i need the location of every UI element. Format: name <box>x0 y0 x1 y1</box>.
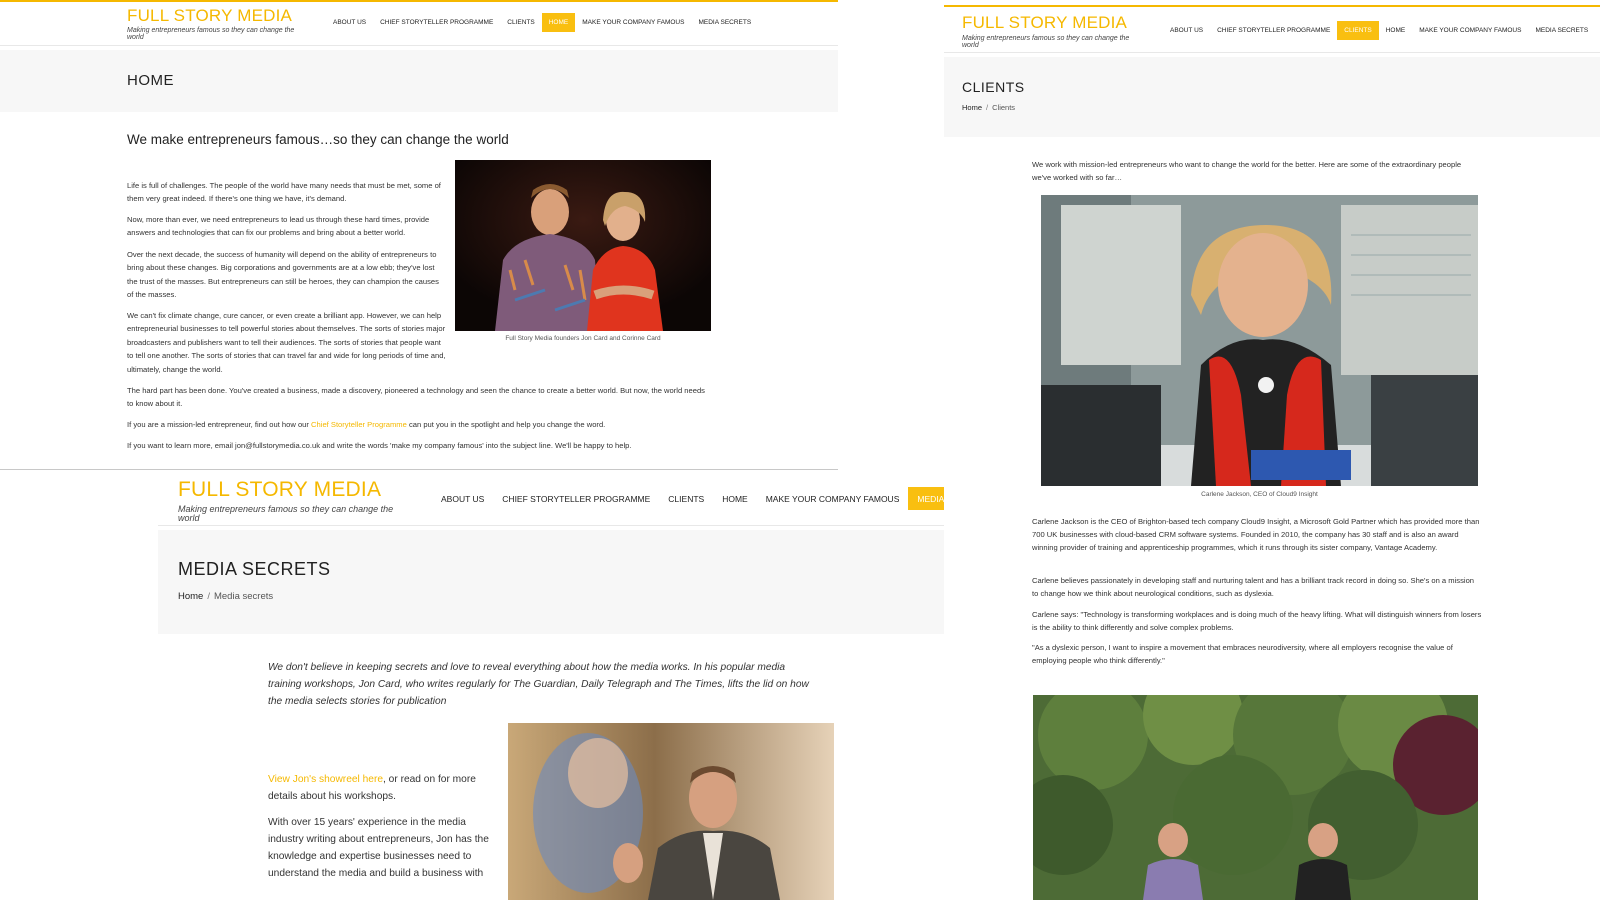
header-divider <box>944 52 1600 53</box>
main-nav: ABOUT US CHIEF STORYTELLER PROGRAMME CLI… <box>432 487 944 510</box>
breadcrumb-separator: / <box>207 591 210 602</box>
nav-media-secrets[interactable]: MEDIA SECRETS <box>691 13 758 32</box>
page-title: MEDIA SECRETS <box>178 559 331 579</box>
nav-make-company-famous[interactable]: MAKE YOUR COMPANY FAMOUS <box>1412 21 1528 40</box>
site-logo[interactable]: FULL STORY MEDIA <box>127 6 292 26</box>
main-nav: ABOUT US CHIEF STORYTELLER PROGRAMME CLI… <box>1163 21 1595 40</box>
nav-chief-storyteller[interactable]: CHIEF STORYTELLER PROGRAMME <box>373 13 500 32</box>
home-paragraph-3: Over the next decade, the success of hum… <box>127 250 439 300</box>
site-logo[interactable]: FULL STORY MEDIA <box>962 13 1127 33</box>
chief-storyteller-link[interactable]: Chief Storyteller Programme <box>311 420 407 429</box>
media-secrets-page-screenshot: FULL STORY MEDIA Making entrepreneurs fa… <box>158 471 944 900</box>
carlene-photo-caption: Carlene Jackson, CEO of Cloud9 Insight <box>1201 491 1318 498</box>
home-paragraph-1: Life is full of challenges. The people o… <box>127 181 441 204</box>
nav-media-secrets[interactable]: MEDIA SECRETS <box>1528 21 1595 40</box>
nav-chief-storyteller[interactable]: CHIEF STORYTELLER PROGRAMME <box>1210 21 1337 40</box>
jon-speaking-photo-art <box>508 723 834 900</box>
breadcrumb-separator: / <box>986 103 989 112</box>
header-divider <box>0 45 838 46</box>
home-paragraph-5: The hard part has been done. You've crea… <box>127 386 705 409</box>
outdoor-photo <box>1033 695 1478 900</box>
nav-make-company-famous[interactable]: MAKE YOUR COMPANY FAMOUS <box>757 487 909 510</box>
nav-clients[interactable]: CLIENTS <box>659 487 713 510</box>
clients-paragraph-3: Carlene says: "Technology is transformin… <box>1032 610 1482 632</box>
home-page-screenshot: FULL STORY MEDIA Making entrepreneurs fa… <box>0 0 838 470</box>
nav-about-us[interactable]: ABOUT US <box>326 13 373 32</box>
page-title-bar: MEDIA SECRETS Home / Media secrets <box>158 530 944 634</box>
media-intro: We don't believe in keeping secrets and … <box>268 662 809 707</box>
outdoor-photo-art <box>1033 695 1478 900</box>
cta-suffix: can put you in the spotlight and help yo… <box>406 420 606 429</box>
showreel-link[interactable]: View Jon's showreel here <box>268 774 383 785</box>
main-nav: ABOUT US CHIEF STORYTELLER PROGRAMME CLI… <box>326 13 758 32</box>
breadcrumb-home-link[interactable]: Home <box>178 591 203 602</box>
home-cta-line: If you are a mission-led entrepreneur, f… <box>127 418 727 431</box>
home-contact-line: If you want to learn more, email jon@ful… <box>127 441 632 450</box>
nav-home[interactable]: HOME <box>541 13 576 32</box>
nav-about-us[interactable]: ABOUT US <box>1163 21 1210 40</box>
breadcrumb-current: Clients <box>992 103 1016 112</box>
clients-paragraph-1: Carlene Jackson is the CEO of Brighton-b… <box>1032 517 1480 552</box>
accent-top-line <box>944 5 1600 7</box>
home-heading: We make entrepreneurs famous…so they can… <box>127 132 509 147</box>
founders-photo-caption: Full Story Media founders Jon Card and C… <box>505 335 661 342</box>
page-title: HOME <box>127 72 174 89</box>
founders-photo <box>455 160 711 331</box>
nav-home[interactable]: HOME <box>1379 21 1413 40</box>
carlene-photo-art <box>1041 195 1478 486</box>
cta-prefix: If you are a mission-led entrepreneur, f… <box>127 420 312 429</box>
breadcrumb: Home / Clients <box>962 103 1015 112</box>
breadcrumb-home-link[interactable]: Home <box>962 103 982 112</box>
header-divider <box>158 525 944 526</box>
jon-speaking-photo <box>508 723 834 900</box>
clients-paragraph-4: "As a dyslexic person, I want to inspire… <box>1032 643 1453 665</box>
nav-clients[interactable]: CLIENTS <box>500 13 541 32</box>
founders-photo-art <box>455 160 711 331</box>
home-paragraph-4: We can't fix climate change, cure cancer… <box>127 311 446 374</box>
page-title: CLIENTS <box>962 79 1025 95</box>
accent-top-line <box>0 0 838 2</box>
showreel-line: View Jon's showreel here, or read on for… <box>268 771 496 805</box>
media-body: With over 15 years' experience in the me… <box>268 817 489 879</box>
site-tagline: Making entrepreneurs famous so they can … <box>127 27 295 41</box>
breadcrumb-current: Media secrets <box>213 591 274 602</box>
carlene-photo <box>1041 195 1478 486</box>
nav-media-secrets[interactable]: MEDIA SECRETS <box>908 487 944 510</box>
nav-home[interactable]: HOME <box>713 487 757 510</box>
site-tagline: Making entrepreneurs famous so they can … <box>178 504 394 523</box>
page-title-bar: HOME <box>0 50 838 112</box>
site-logo[interactable]: FULL STORY MEDIA <box>178 478 381 502</box>
home-paragraph-2: Now, more than ever, we need entrepreneu… <box>127 215 430 238</box>
nav-about-us[interactable]: ABOUT US <box>432 487 493 510</box>
breadcrumb: Home / Media secrets <box>178 591 273 602</box>
clients-paragraph-2: Carlene believes passionately in develop… <box>1032 576 1475 598</box>
site-tagline: Making entrepreneurs famous so they can … <box>962 35 1130 49</box>
nav-clients[interactable]: CLIENTS <box>1337 21 1379 40</box>
nav-chief-storyteller[interactable]: CHIEF STORYTELLER PROGRAMME <box>493 487 659 510</box>
clients-page-screenshot: FULL STORY MEDIA Making entrepreneurs fa… <box>944 0 1600 900</box>
page-title-bar: CLIENTS Home / Clients <box>944 57 1600 137</box>
clients-intro: We work with mission-led entrepreneurs w… <box>1032 160 1462 182</box>
nav-make-company-famous[interactable]: MAKE YOUR COMPANY FAMOUS <box>575 13 691 32</box>
